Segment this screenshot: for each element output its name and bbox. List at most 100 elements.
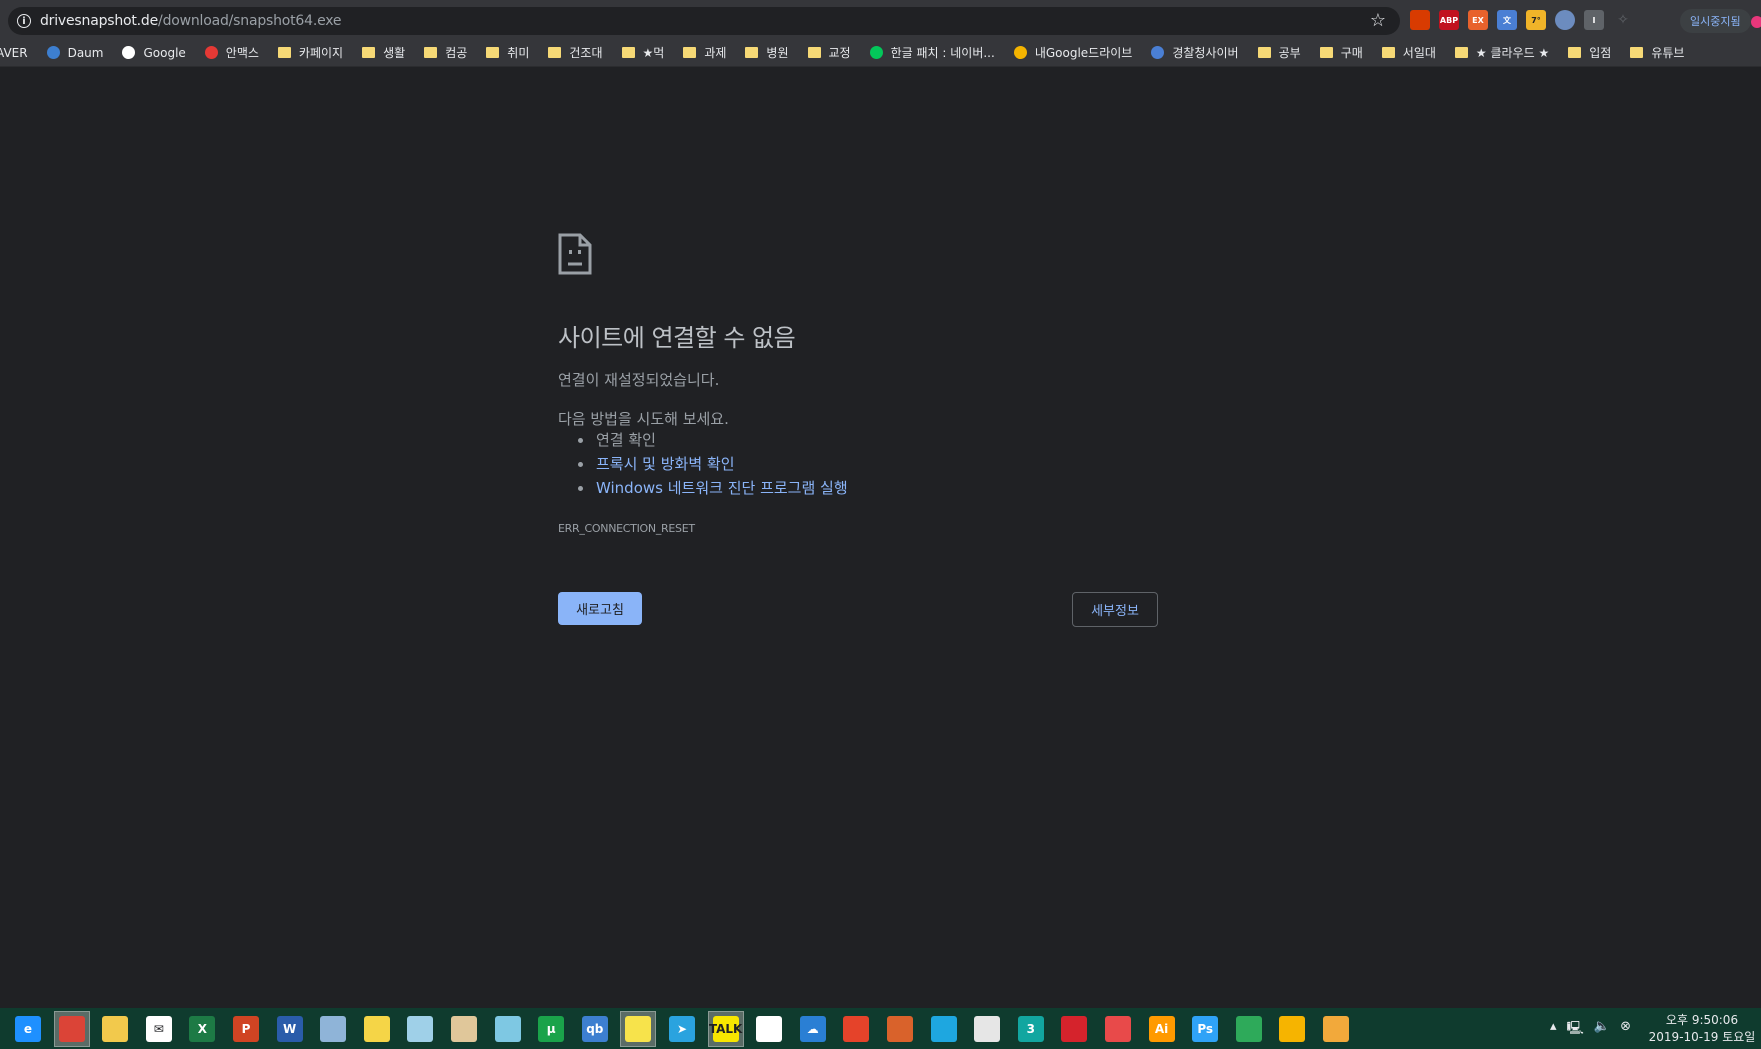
taskbar-warning-app-button[interactable] [1275,1012,1309,1046]
tray-chevron-icon[interactable]: ▴ [1550,1019,1557,1041]
bookmark-item[interactable]: AVER [0,46,28,60]
bookmark-item[interactable]: 한글 패치 : 네이버... [869,44,995,61]
bookmark-item[interactable]: Google [122,46,186,60]
bookmark-item[interactable]: 경찰청사이버 [1151,44,1239,61]
taskbar-image-viewer-button[interactable] [1232,1012,1266,1046]
bookmark-item[interactable]: 병원 [745,44,789,61]
suggestion-network-diagnostics-link[interactable]: Windows 네트워크 진단 프로그램 실행 [578,476,848,500]
bookmark-item[interactable]: 유튜브 [1630,44,1684,61]
suggestions-list: 연결 확인 프록시 및 방화벽 확인 Windows 네트워크 진단 프로그램 … [578,428,848,500]
taskbar-kakaotalk-button[interactable]: TALK [707,1011,744,1047]
bookmark-item[interactable]: 생활 [362,44,405,61]
taskbar-stripes-app-button[interactable] [883,1012,917,1046]
bookmark-item[interactable]: 컴공 [424,44,467,61]
suggestion-text[interactable]: 프록시 및 방화벽 확인 [596,452,735,476]
taskbar-square-app-button[interactable] [927,1012,961,1046]
taskbar-edge-button[interactable]: e [11,1012,45,1046]
bookmark-item[interactable]: 안맥스 [204,44,259,61]
office-icon[interactable] [1410,10,1430,30]
profile-avatar-icon[interactable] [1751,16,1761,28]
taskbar-sticky-notes-button[interactable] [620,1011,657,1047]
ext-i-icon[interactable]: I [1584,10,1604,30]
bookmark-label: 취미 [507,46,530,60]
taskbar-ccleaner-button[interactable] [839,1012,873,1046]
network-icon[interactable]: 🖳 [1567,1019,1584,1041]
translate-icon[interactable]: 文 [1497,10,1517,30]
taskbar-3dsmax-button[interactable]: 3 [1014,1012,1048,1046]
address-bar[interactable]: i drivesnapshot.de/download/snapshot64.e… [8,7,1400,35]
bookmark-label: 내Google드라이브 [1034,46,1133,60]
bookmark-label: 교정 [828,46,851,60]
colorzilla-icon[interactable] [1555,10,1575,30]
bookmark-item[interactable]: 과제 [683,44,726,61]
taskbar-cloud-app-button[interactable]: ☁ [796,1012,830,1046]
taskbar-photoshop-button[interactable]: Ps [1188,1012,1222,1046]
bookmark-label: 한글 패치 : 네이버... [890,46,995,60]
volume-icon[interactable]: 🔈 [1594,1019,1610,1041]
suggestion-check-connection: 연결 확인 [578,428,848,452]
taskbar-qbittorrent-button[interactable]: qb [578,1012,612,1046]
no-connection-icon[interactable]: ⊗ [1620,1019,1631,1041]
url-text[interactable]: drivesnapshot.de/download/snapshot64.exe [40,13,342,29]
taskbar-chrome-button[interactable] [53,1011,90,1047]
reload-button[interactable]: 새로고침 [558,592,642,625]
taskbar-clover-button[interactable] [752,1012,786,1046]
3dsmax-icon: 3 [1017,1016,1044,1042]
excel-icon: X [189,1016,216,1042]
taskbar-utorrent-button[interactable]: μ [534,1012,568,1046]
clock-time: 오후 9:50:06 [1665,1013,1739,1027]
bookmark-label: Daum [67,45,104,60]
ex-icon[interactable]: EX [1468,10,1488,30]
bookmark-item[interactable]: Daum [46,45,104,60]
bookmark-item[interactable]: 건조대 [548,44,603,61]
abp-icon[interactable]: ABP [1439,10,1459,30]
taskbar-mail-button[interactable]: ✉ [142,1012,176,1046]
edge-icon: e [15,1016,41,1042]
taskbar-dictionary-button[interactable] [316,1012,350,1046]
taskbar-pen-app-button[interactable] [403,1012,437,1046]
bookmark-item[interactable]: ★ 클라우드 ★ [1454,44,1549,61]
taskbar-illustrator-button[interactable]: Ai [1145,1012,1179,1046]
bookmark-label: 병원 [766,46,789,60]
bookmark-item[interactable]: ★먹 [621,44,664,61]
details-button[interactable]: 세부정보 [1072,592,1158,627]
error-code: ERR_CONNECTION_RESET [558,522,695,535]
bookmark-item[interactable]: 구매 [1319,44,1363,61]
extensions-bar: ABP EX 文 7° I ✧ [1410,10,1633,30]
taskbar-dropbox-like-button[interactable] [491,1012,525,1046]
bookmark-item[interactable]: 공부 [1257,44,1301,61]
site-info-icon[interactable]: i [17,14,31,28]
bookmark-item[interactable]: 입점 [1568,44,1611,61]
taskbar-ring-app-button[interactable] [970,1012,1004,1046]
bookmark-item[interactable]: 취미 [486,44,529,61]
notes-icon [363,1016,390,1042]
bookmark-item[interactable]: 서일대 [1381,44,1436,61]
error-title: 사이트에 연결할 수 없음 [558,324,796,352]
taskbar-recorder-button[interactable] [1101,1012,1135,1046]
taskbar-word-button[interactable]: W [273,1012,307,1046]
bookmark-item[interactable]: 교정 [807,44,851,61]
extensions-puzzle-icon[interactable]: ✧ [1613,10,1633,30]
taskbar-pencil-app-button[interactable] [1319,1012,1353,1046]
folder-icon [424,47,438,58]
bookmarks-bar: AVER Daum Google 안맥스 카페이지 생활 컴공 취미 건조대 ★먹 과제 병원 교정 한글… [0,39,1761,67]
taskbar-file-explorer-button[interactable] [98,1012,132,1046]
bookmark-label: 건조대 [569,46,603,60]
bookmark-star-icon[interactable]: ☆ [1370,10,1386,31]
paused-profile-button[interactable]: 일시중지됨 [1680,9,1751,33]
taskbar-acrobat-button[interactable] [1057,1012,1091,1046]
taskbar-excel-button[interactable]: X [185,1012,219,1046]
suggestion-check-proxy-link[interactable]: 프록시 및 방화벽 확인 [578,452,848,476]
taskbar-powerpoint-button[interactable]: P [229,1012,263,1046]
telegram-icon: ➤ [669,1016,695,1042]
taskbar-notes-button[interactable] [360,1012,394,1046]
suggestion-text[interactable]: Windows 네트워크 진단 프로그램 실행 [596,476,848,500]
taskbar-telegram-button[interactable]: ➤ [665,1012,699,1046]
bookmark-item[interactable]: 내Google드라이브 [1013,44,1133,61]
weather-icon[interactable]: 7° [1526,10,1546,30]
system-clock[interactable]: 오후 9:50:06 2019-10-19 토요일 [1646,1012,1758,1046]
taskbar-book-button[interactable] [447,1012,481,1046]
url-host: drivesnapshot.de [40,13,159,29]
bookmark-item[interactable]: 카페이지 [277,44,343,61]
bookmark-label: 생활 [383,46,406,60]
